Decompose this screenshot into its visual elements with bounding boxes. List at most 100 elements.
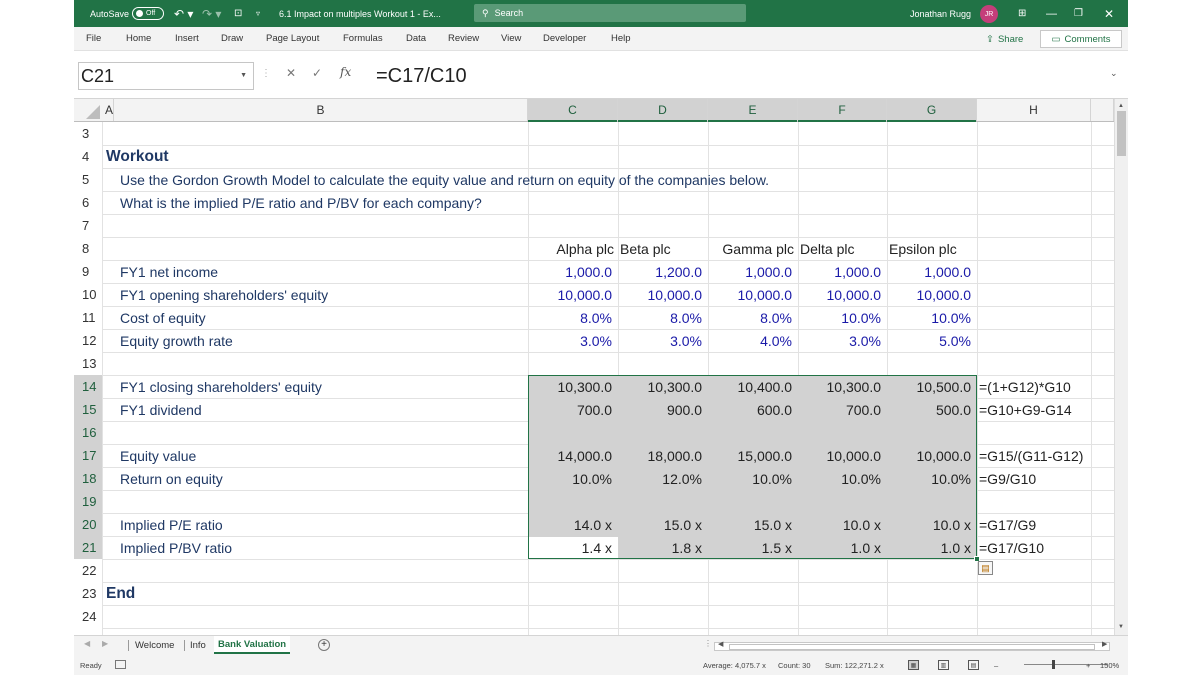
scroll-right-icon[interactable]: ▶	[1102, 640, 1107, 648]
cell-f10[interactable]: 10,000.0	[798, 283, 882, 306]
expand-formula-bar-icon[interactable]: ⌄	[1110, 68, 1118, 79]
cell-e18[interactable]: 10.0%	[708, 467, 792, 490]
cell-d8-company[interactable]: Beta plc	[620, 237, 671, 260]
row-header-7[interactable]: 7	[74, 214, 102, 237]
tab-next-icon[interactable]: ▶	[102, 639, 108, 648]
row-header-9[interactable]: 9	[74, 260, 102, 283]
cell-c15[interactable]: 700.0	[528, 398, 612, 421]
cell-e10[interactable]: 10,000.0	[708, 283, 793, 306]
zoom-slider[interactable]	[1024, 664, 1108, 665]
cell-c21[interactable]: 1.4 x	[528, 536, 612, 559]
hscroll-thumb[interactable]	[729, 644, 1095, 650]
scroll-down-icon[interactable]: ▼	[1118, 624, 1124, 630]
scroll-up-icon[interactable]: ▲	[1118, 103, 1124, 109]
redo-icon[interactable]: ↷ ▾	[202, 0, 221, 27]
ribbon-display-icon[interactable]: ⊞	[1018, 0, 1026, 27]
row-header-16[interactable]: 16	[74, 421, 102, 444]
normal-view-icon[interactable]: ▦	[908, 660, 919, 670]
page-layout-view-icon[interactable]: ▥	[938, 660, 949, 670]
cell-f11[interactable]: 10.0%	[798, 306, 881, 329]
share-button[interactable]: ⇪ Share	[982, 31, 1027, 47]
row-header-25[interactable]: 25	[74, 628, 102, 635]
cell-b12-label[interactable]: Equity growth rate	[120, 329, 233, 352]
menu-insert[interactable]: Insert	[175, 27, 199, 50]
macro-record-icon[interactable]	[115, 660, 126, 669]
cell-f14[interactable]: 10,300.0	[798, 375, 882, 398]
cell-d9[interactable]: 1,200.0	[618, 260, 702, 283]
cell-d15[interactable]: 900.0	[618, 398, 702, 421]
vertical-scrollbar[interactable]: ▲ ▼	[1114, 99, 1128, 635]
comments-button[interactable]: ▭ Comments	[1040, 30, 1122, 48]
cell-a23-end[interactable]: End	[106, 582, 135, 605]
cell-b17-label[interactable]: Equity value	[120, 444, 196, 467]
cell-e9[interactable]: 1,000.0	[708, 260, 792, 283]
column-header-b[interactable]: B	[114, 99, 528, 121]
cell-c20[interactable]: 14.0 x	[528, 513, 612, 536]
menu-view[interactable]: View	[501, 27, 521, 50]
user-name[interactable]: Jonathan Rugg	[910, 0, 971, 27]
cell-b6-question[interactable]: What is the implied P/E ratio and P/BV f…	[120, 191, 482, 214]
cell-f15[interactable]: 700.0	[798, 398, 881, 421]
search-box[interactable]: ⚲ Search	[474, 4, 746, 22]
cell-g8-company[interactable]: Epsilon plc	[889, 237, 957, 260]
zoom-in-icon[interactable]: +	[1086, 655, 1090, 675]
row-header-18[interactable]: 18	[74, 467, 102, 490]
cell-c8-company[interactable]: Alpha plc	[528, 237, 614, 260]
minimize-icon[interactable]: —	[1046, 0, 1057, 27]
scroll-left-icon[interactable]: ◀	[718, 640, 723, 648]
cell-h21-formula[interactable]: =G17/G10	[979, 536, 1044, 559]
tab-prev-icon[interactable]: ◀	[84, 639, 90, 648]
formula-bar-grip-icon[interactable]: ⋮	[261, 68, 271, 79]
cell-a4-heading[interactable]: Workout	[106, 145, 169, 168]
cell-b14-label[interactable]: FY1 closing shareholders' equity	[120, 375, 322, 398]
cell-b21-label[interactable]: Implied P/BV ratio	[120, 536, 232, 559]
zoom-out-icon[interactable]: –	[994, 655, 998, 675]
formula-input[interactable]: =C17/C10	[376, 62, 467, 90]
customize-qat-icon[interactable]: ▿	[256, 0, 260, 27]
tab-welcome[interactable]: Welcome	[135, 636, 174, 654]
status-count[interactable]: Count: 30	[778, 655, 811, 675]
cell-d18[interactable]: 12.0%	[618, 467, 702, 490]
cell-e20[interactable]: 15.0 x	[708, 513, 792, 536]
cell-g9[interactable]: 1,000.0	[887, 260, 971, 283]
cell-h14-formula[interactable]: =(1+G12)*G10	[979, 375, 1071, 398]
cell-g12[interactable]: 5.0%	[887, 329, 971, 352]
restore-icon[interactable]: ❐	[1074, 0, 1083, 27]
cancel-icon[interactable]: ✕	[286, 66, 296, 80]
cell-c11[interactable]: 8.0%	[528, 306, 612, 329]
menu-help[interactable]: Help	[611, 27, 631, 50]
row-header-10[interactable]: 10	[74, 283, 102, 306]
cell-c9[interactable]: 1,000.0	[528, 260, 612, 283]
horizontal-scrollbar[interactable]	[714, 642, 1110, 651]
column-header-f[interactable]: F	[798, 99, 887, 122]
row-header-6[interactable]: 6	[74, 191, 102, 214]
cell-c12[interactable]: 3.0%	[528, 329, 612, 352]
row-header-8[interactable]: 8	[74, 237, 102, 260]
worksheet-grid[interactable]: A B C D E F G H 3 4 5 6 7 8 9 10 11 12 1…	[74, 99, 1114, 635]
column-header-g[interactable]: G	[887, 99, 977, 122]
cell-c10[interactable]: 10,000.0	[528, 283, 613, 306]
add-sheet-icon[interactable]: +	[318, 639, 330, 651]
cell-f9[interactable]: 1,000.0	[798, 260, 881, 283]
row-header-5[interactable]: 5	[74, 168, 102, 191]
cell-h17-formula[interactable]: =G15/(G11-G12)	[979, 444, 1083, 467]
menu-file[interactable]: File	[86, 27, 101, 50]
avatar[interactable]: JR	[980, 5, 998, 23]
name-box[interactable]: C21 ▼	[78, 62, 254, 90]
cell-e14[interactable]: 10,400.0	[708, 375, 793, 398]
cell-d14[interactable]: 10,300.0	[618, 375, 703, 398]
close-icon[interactable]: ✕	[1104, 0, 1114, 27]
cell-d17[interactable]: 18,000.0	[618, 444, 703, 467]
cell-e12[interactable]: 4.0%	[708, 329, 792, 352]
cell-b10-label[interactable]: FY1 opening shareholders' equity	[120, 283, 328, 306]
cell-h18-formula[interactable]: =G9/G10	[979, 467, 1036, 490]
row-header-15[interactable]: 15	[74, 398, 102, 421]
row-header-19[interactable]: 19	[74, 490, 102, 513]
menu-draw[interactable]: Draw	[221, 27, 243, 50]
column-header-c[interactable]: C	[528, 99, 618, 122]
cell-b15-label[interactable]: FY1 dividend	[120, 398, 202, 421]
cell-b9-label[interactable]: FY1 net income	[120, 260, 218, 283]
zoom-level[interactable]: 150%	[1100, 655, 1119, 675]
column-header-i[interactable]	[1091, 99, 1114, 121]
undo-icon[interactable]: ↶ ▾	[174, 0, 193, 27]
